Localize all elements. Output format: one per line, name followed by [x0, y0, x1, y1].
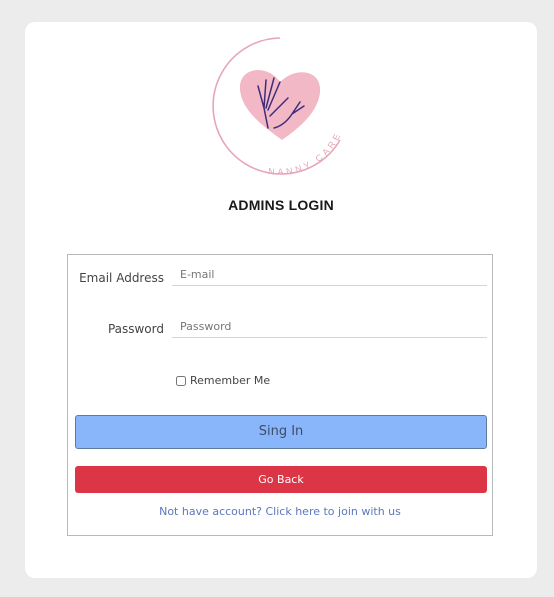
go-back-button[interactable]: Go Back [75, 466, 487, 493]
remember-me-label[interactable]: Remember Me [190, 374, 270, 387]
sign-in-button[interactable]: Sing In [75, 415, 487, 449]
remember-me-checkbox[interactable] [176, 375, 186, 386]
email-label: Email Address [79, 271, 164, 285]
remember-me-row: Remember Me [176, 374, 270, 387]
join-link[interactable]: Not have account? Click here to join wit… [68, 505, 492, 518]
page-title: ADMINS LOGIN [228, 197, 334, 213]
password-field[interactable] [172, 316, 487, 338]
email-field[interactable] [172, 264, 487, 286]
login-form: Email Address Password Remember Me Sing … [67, 254, 493, 536]
nanny-care-logo: NANNY CARE [212, 37, 341, 176]
password-label: Password [107, 322, 164, 336]
login-card: NANNY CARE ADMINS LOGIN Email Address Pa… [25, 22, 537, 578]
